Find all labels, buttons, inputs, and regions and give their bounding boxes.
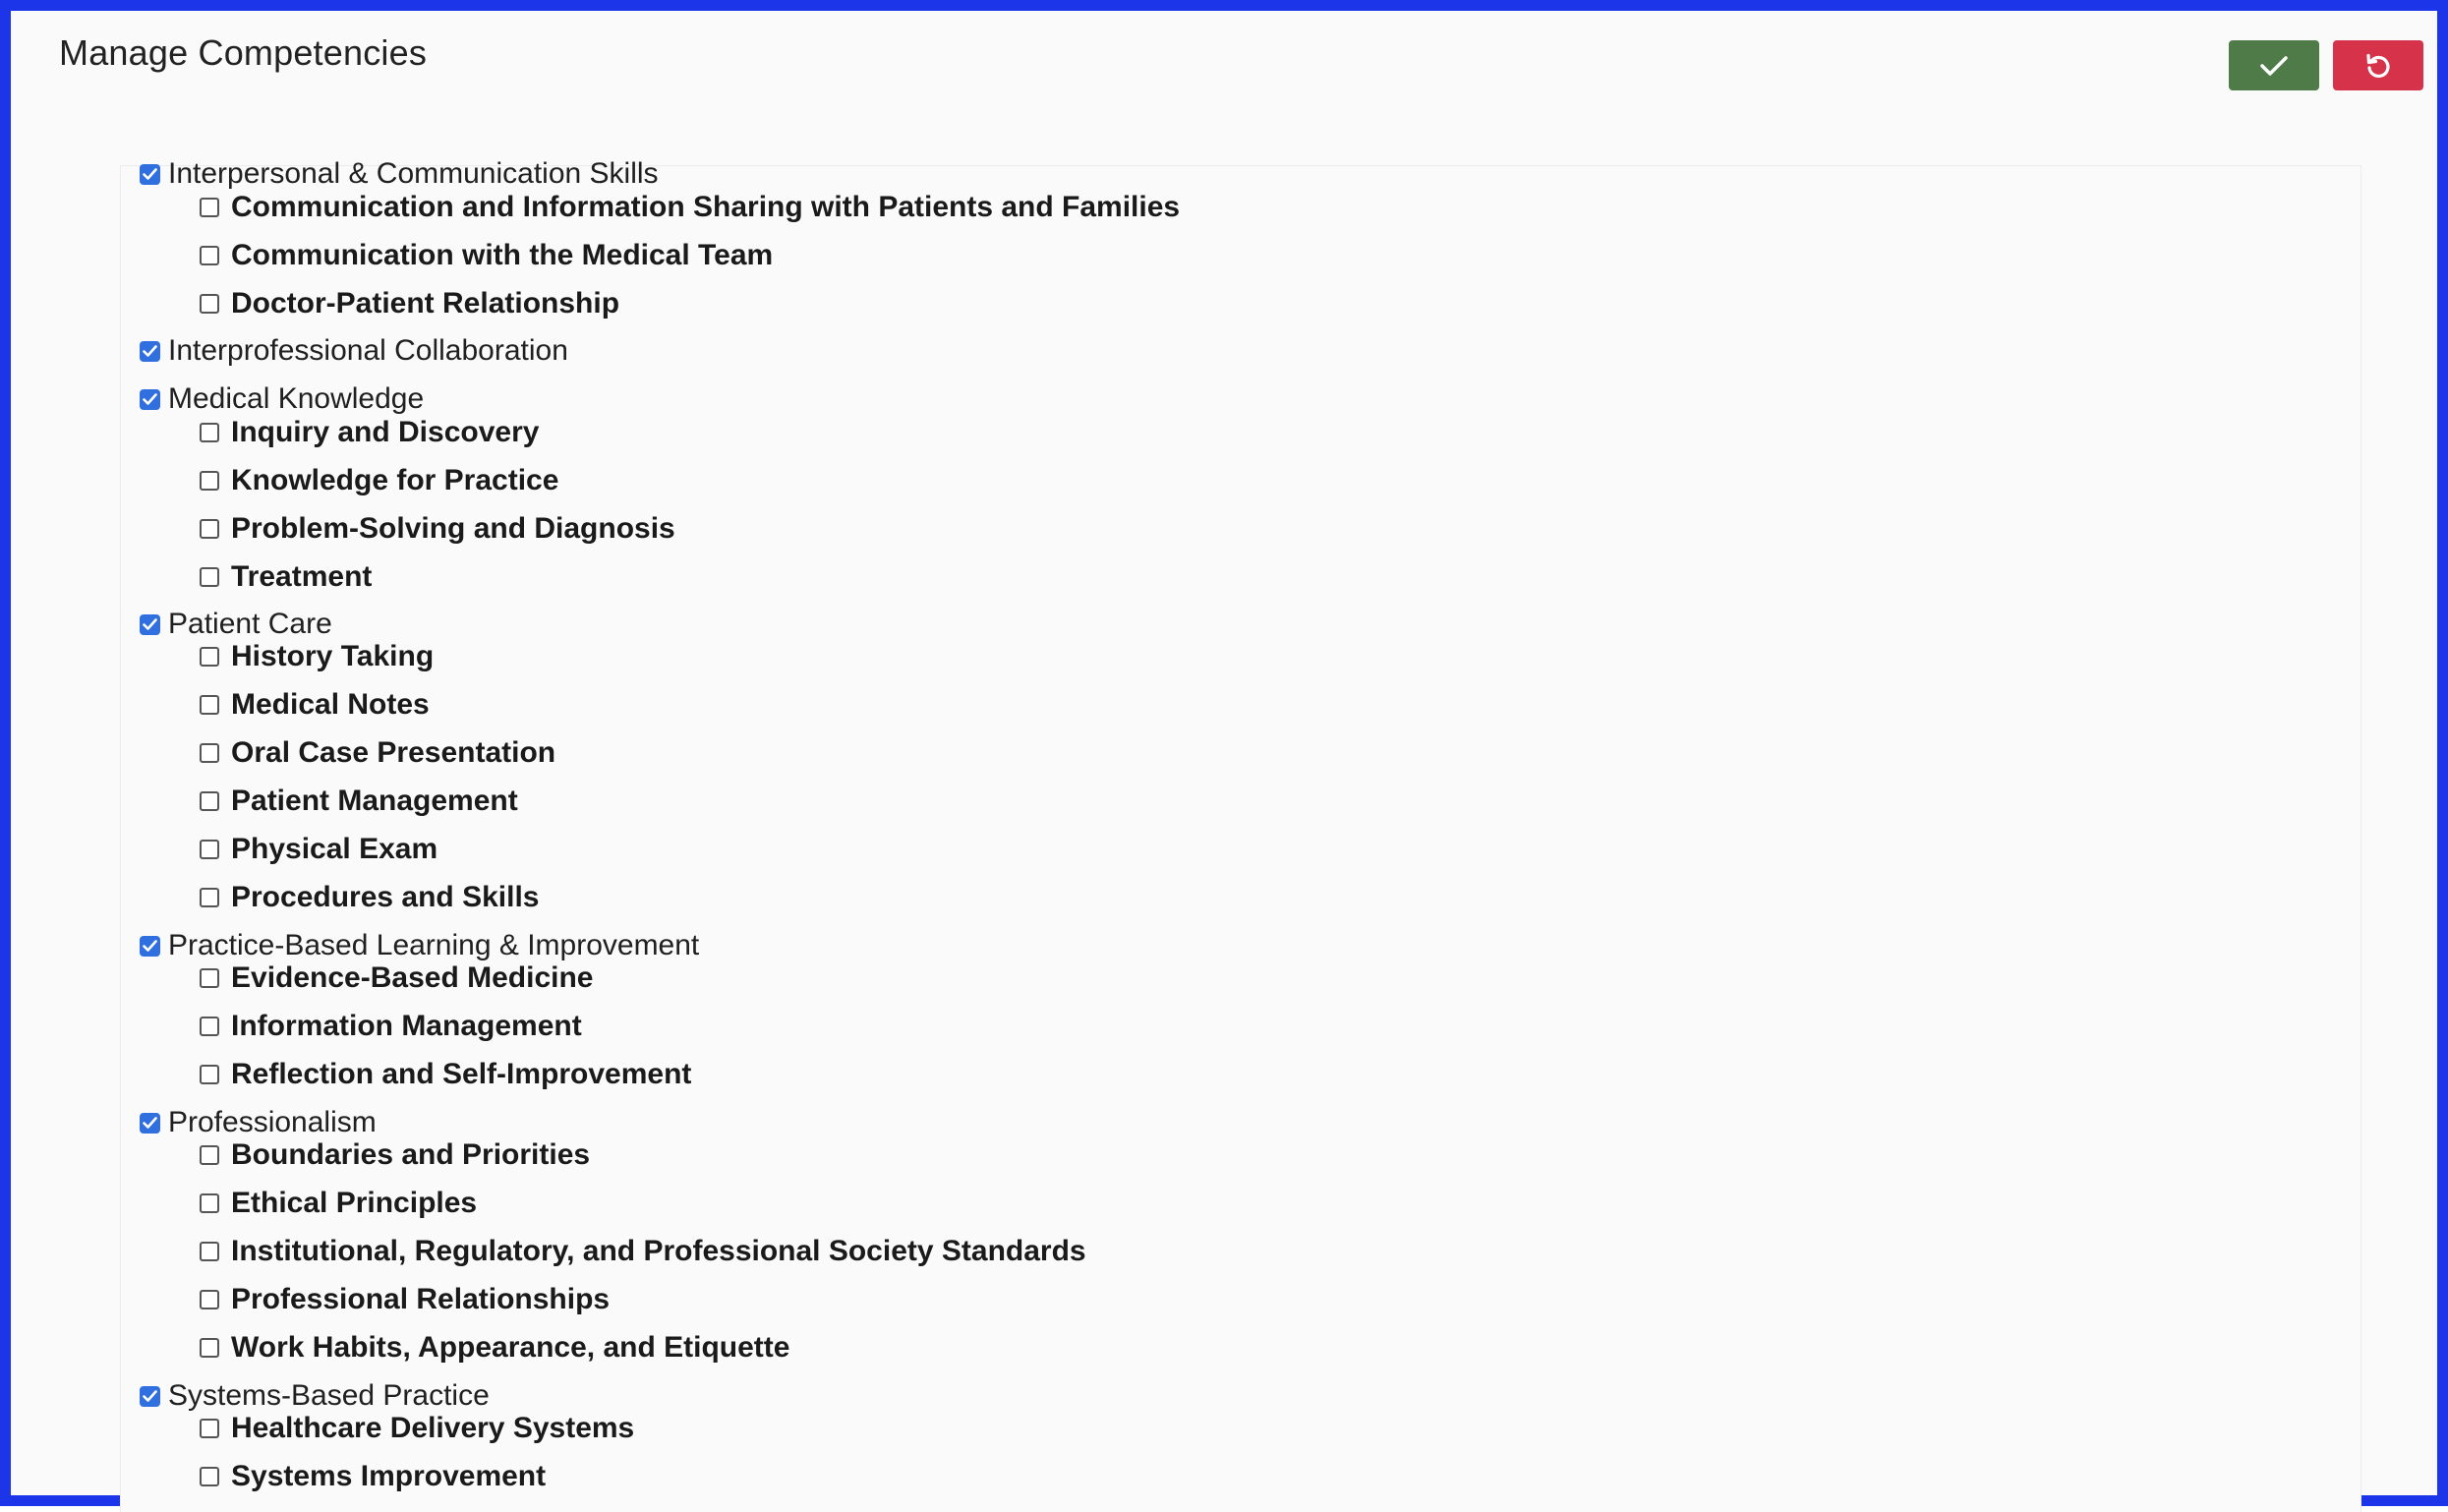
checkbox-unchecked-icon[interactable]	[200, 840, 219, 859]
competency-item[interactable]: Procedures and Skills	[200, 878, 539, 917]
competency-item[interactable]: Communication and Information Sharing wi…	[200, 188, 1180, 227]
competency-item[interactable]: Information Management	[200, 1007, 582, 1046]
item-label: Boundaries and Priorities	[231, 1138, 591, 1171]
checkbox-unchecked-icon[interactable]	[200, 1193, 219, 1213]
competency-item[interactable]: Boundaries and Priorities	[200, 1135, 590, 1175]
checkbox-unchecked-icon[interactable]	[200, 1065, 219, 1084]
item-label: Oral Case Presentation	[231, 736, 556, 769]
category-label: Interprofessional Collaboration	[168, 334, 568, 367]
item-label: Knowledge for Practice	[231, 464, 559, 496]
category-label: Systems-Based Practice	[168, 1379, 490, 1412]
competency-item[interactable]: Medical Notes	[200, 685, 430, 725]
checkbox-unchecked-icon[interactable]	[200, 519, 219, 539]
competency-item[interactable]: Inquiry and Discovery	[200, 413, 539, 452]
competency-item[interactable]: Institutional, Regulatory, and Professio…	[200, 1232, 1086, 1271]
item-label: Patient Management	[231, 785, 518, 817]
item-label: Communication and Information Sharing wi…	[231, 191, 1181, 223]
page-title: Manage Competencies	[59, 32, 428, 73]
checkbox-checked-icon[interactable]	[140, 388, 160, 410]
competency-item[interactable]: Knowledge for Practice	[200, 461, 558, 500]
item-label: Inquiry and Discovery	[231, 416, 540, 448]
competency-item[interactable]: Communication with the Medical Team	[200, 236, 773, 275]
item-label: Ethical Principles	[231, 1187, 478, 1219]
checkbox-unchecked-icon[interactable]	[200, 647, 219, 667]
item-label: Communication with the Medical Team	[231, 239, 774, 271]
item-label: Reflection and Self-Improvement	[231, 1058, 692, 1090]
item-label: Work Habits, Appearance, and Etiquette	[231, 1331, 790, 1364]
item-label: Physical Exam	[231, 833, 438, 865]
competency-item[interactable]: History Taking	[200, 637, 434, 676]
item-label: Professional Relationships	[231, 1283, 611, 1315]
competency-item[interactable]: Problem-Solving and Diagnosis	[200, 509, 675, 549]
undo-icon	[2363, 51, 2393, 81]
save-button[interactable]	[2229, 40, 2319, 90]
checkbox-unchecked-icon[interactable]	[200, 567, 219, 587]
checkbox-checked-icon[interactable]	[140, 1385, 160, 1407]
competency-item[interactable]: Oral Case Presentation	[200, 733, 555, 773]
item-label: Institutional, Regulatory, and Professio…	[231, 1235, 1086, 1267]
checkbox-unchecked-icon[interactable]	[200, 1467, 219, 1486]
competency-item[interactable]: Patient Management	[200, 782, 518, 821]
item-label: Systems Improvement	[231, 1460, 547, 1492]
checkbox-unchecked-icon[interactable]	[200, 1338, 219, 1358]
checkbox-unchecked-icon[interactable]	[200, 294, 219, 314]
checkbox-unchecked-icon[interactable]	[200, 198, 219, 217]
checkbox-unchecked-icon[interactable]	[200, 743, 219, 763]
category-label: Medical Knowledge	[168, 382, 425, 415]
competency-item[interactable]: Evidence-Based Medicine	[200, 959, 593, 998]
checkbox-unchecked-icon[interactable]	[200, 1145, 219, 1165]
checkbox-unchecked-icon[interactable]	[200, 888, 219, 907]
competency-category[interactable]: Interprofessional Collaboration	[140, 331, 568, 371]
item-label: Doctor-Patient Relationship	[231, 287, 620, 320]
checkbox-unchecked-icon[interactable]	[200, 471, 219, 491]
checkbox-checked-icon[interactable]	[140, 340, 160, 362]
checkbox-unchecked-icon[interactable]	[200, 423, 219, 442]
checkbox-unchecked-icon[interactable]	[200, 1242, 219, 1261]
checkbox-unchecked-icon[interactable]	[200, 1017, 219, 1036]
competency-item[interactable]: Physical Exam	[200, 830, 437, 869]
check-icon	[2259, 54, 2289, 78]
competency-item[interactable]: Systems Improvement	[200, 1457, 546, 1496]
item-label: Healthcare Delivery Systems	[231, 1412, 635, 1444]
competency-item[interactable]: Ethical Principles	[200, 1184, 477, 1223]
category-label: Interpersonal & Communication Skills	[168, 157, 659, 190]
checkbox-unchecked-icon[interactable]	[200, 968, 219, 988]
checkbox-checked-icon[interactable]	[140, 935, 160, 957]
checkbox-unchecked-icon[interactable]	[200, 695, 219, 715]
checkbox-checked-icon[interactable]	[140, 163, 160, 185]
checkbox-unchecked-icon[interactable]	[200, 246, 219, 265]
reset-button[interactable]	[2333, 40, 2423, 90]
item-label: Problem-Solving and Diagnosis	[231, 512, 675, 545]
item-label: Evidence-Based Medicine	[231, 961, 594, 994]
item-label: History Taking	[231, 640, 435, 672]
category-label: Patient Care	[168, 608, 332, 640]
item-label: Procedures and Skills	[231, 881, 540, 913]
competency-item[interactable]: Doctor-Patient Relationship	[200, 284, 619, 323]
item-label: Medical Notes	[231, 688, 430, 721]
category-label: Practice-Based Learning & Improvement	[168, 929, 700, 961]
checkbox-unchecked-icon[interactable]	[200, 1290, 219, 1309]
checkbox-checked-icon[interactable]	[140, 1112, 160, 1134]
checkbox-unchecked-icon[interactable]	[200, 791, 219, 811]
category-label: Professionalism	[168, 1106, 377, 1138]
competency-item[interactable]: Work Habits, Appearance, and Etiquette	[200, 1328, 789, 1367]
checkbox-unchecked-icon[interactable]	[200, 1419, 219, 1438]
competency-item[interactable]: Treatment	[200, 557, 372, 597]
checkbox-checked-icon[interactable]	[140, 613, 160, 635]
competency-item[interactable]: Reflection and Self-Improvement	[200, 1055, 691, 1094]
item-label: Treatment	[231, 560, 373, 593]
item-label: Information Management	[231, 1010, 582, 1042]
competency-item[interactable]: Healthcare Delivery Systems	[200, 1409, 634, 1448]
competency-item[interactable]: Professional Relationships	[200, 1280, 610, 1319]
